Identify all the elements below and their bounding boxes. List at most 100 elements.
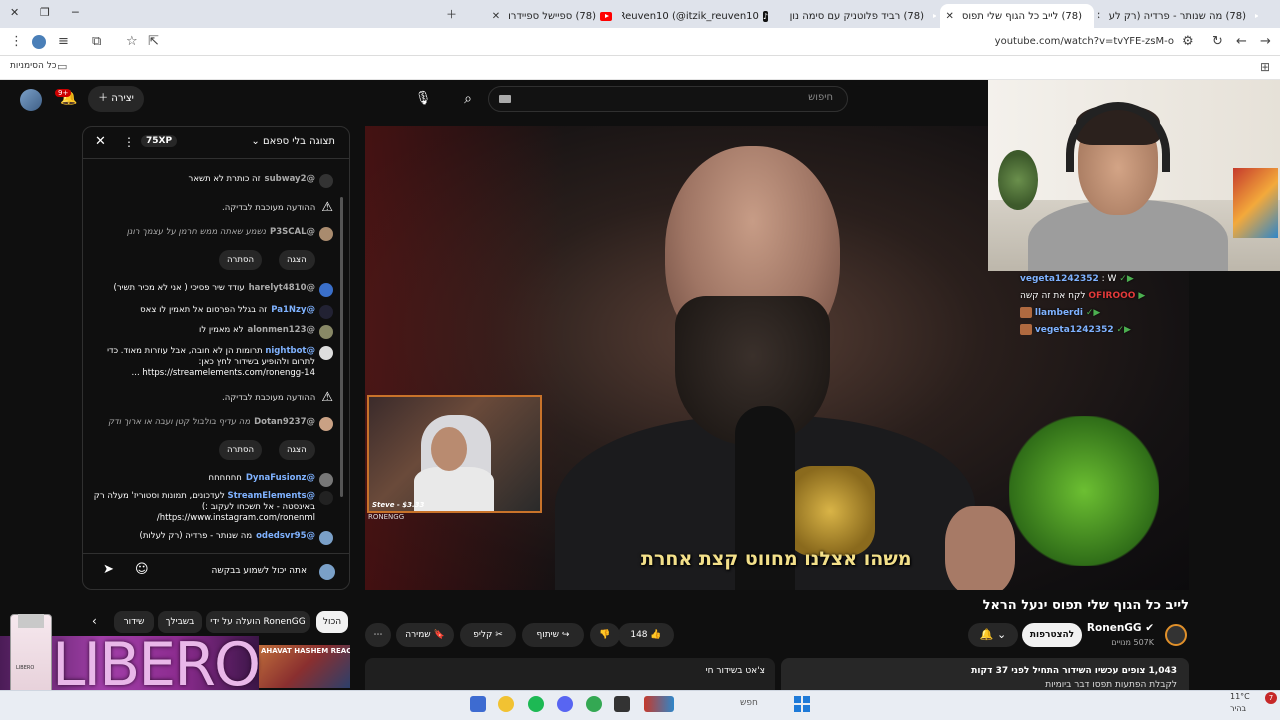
spotify-icon[interactable] — [528, 696, 544, 712]
chat-message: @subway2 זה כותרת לא תשאר — [189, 174, 333, 188]
chevron-left-icon[interactable]: ‹ — [92, 614, 97, 628]
more-actions-icon[interactable]: ⋯ — [365, 623, 391, 647]
browser-tab-bar: ✕ ❐ ─ ＋ (78) ספיישל ספיידרו ✕ ♪ ItzikReu… — [0, 0, 1280, 28]
stream-chat-overlay: ▶✓ vegeta1242352 : W ▶ OFIROOO לקח את זה… — [1020, 271, 1190, 339]
extensions-icon[interactable]: ⧉ — [92, 34, 101, 49]
address-bar[interactable]: youtube.com/watch?v=tvYFE-zsM-o — [995, 36, 1174, 47]
avatar — [319, 417, 333, 431]
chip-all[interactable]: הכול — [316, 611, 348, 633]
avatar — [319, 564, 335, 580]
hide-message-button[interactable]: הסתרה — [219, 250, 263, 270]
chat-mode-dropdown[interactable]: תצוגה בלי ספאם ⌄ — [251, 136, 335, 147]
tab-live-active[interactable]: (78) לייב כל הגוף שלי תפוס ✕ — [940, 4, 1094, 28]
avatar — [319, 531, 333, 545]
taskbar-search[interactable]: חפש — [740, 698, 758, 708]
send-icon[interactable]: ➤ — [103, 562, 114, 577]
background-plush — [1009, 416, 1159, 566]
dislike-button[interactable]: 👎 — [590, 623, 620, 647]
tab-parody[interactable]: (78) מה שנותר - פרדיה (רק לע ✕ — [1098, 4, 1258, 28]
minimize-window-icon[interactable]: ─ — [72, 6, 79, 19]
profile-icon[interactable] — [32, 35, 46, 49]
chat-message: @nightbot תרומות הן לא חובה, אבל עוזרות … — [93, 346, 333, 379]
channel-name[interactable]: ✔ RonenGG — [1087, 622, 1154, 634]
weather-desc: בהיר — [1230, 704, 1247, 713]
guest-body — [414, 467, 494, 511]
notification-count-badge[interactable]: 7 — [1265, 692, 1277, 704]
overlay-chat-line: ▶✓ vegeta1242352 — [1020, 322, 1190, 339]
reload-icon[interactable]: ↻ — [1212, 34, 1223, 49]
clip-button[interactable]: קליפ ✂ — [460, 623, 516, 647]
recommended-video-thumbnail[interactable]: AHAVAT HASHEM REACTS — [259, 645, 350, 688]
discord-icon[interactable] — [557, 696, 573, 712]
close-window-icon[interactable]: ✕ — [10, 6, 19, 19]
shirt-graphic — [785, 466, 875, 556]
chat-message: @Dotan9237 מה עדיף בולבול קטן ועבה או אר… — [108, 417, 333, 431]
site-settings-icon[interactable]: ⚙ — [1182, 34, 1194, 49]
close-tab-icon[interactable]: ✕ — [1098, 11, 1101, 22]
show-message-button[interactable]: הצגה — [279, 250, 315, 270]
platform-icon: ▶✓ — [1116, 325, 1131, 335]
keyboard-icon[interactable] — [499, 95, 511, 103]
notifications-button[interactable]: 🔔 ⌄ — [968, 623, 1018, 647]
chat-message: @DynaFusionz חחחחחח — [209, 473, 333, 487]
xp-badge: 75XP — [141, 135, 178, 147]
bell-icon: 🔔 — [979, 628, 994, 641]
chat-message: @harelyt4810 עודד שיר פסיכי ( אני לא מכי… — [114, 283, 333, 297]
os-taskbar — [0, 690, 1280, 720]
chevron-down-icon: ⌄ — [996, 628, 1007, 641]
like-button[interactable]: 148 👍 — [618, 623, 674, 647]
subscriber-count: 507K מנויים — [1111, 638, 1154, 647]
share-page-icon[interactable]: ⇱ — [148, 34, 159, 49]
avatar — [319, 227, 333, 241]
close-icon[interactable]: ✕ — [95, 134, 106, 149]
tab-raviv[interactable]: (78) רביד פלוטניק עם סימה נון ✕ — [782, 4, 936, 28]
search-input[interactable]: חיפוש — [488, 86, 848, 112]
avatar — [319, 283, 333, 297]
maximize-window-icon[interactable]: ❐ — [40, 6, 50, 19]
browser-toolbar: ⋮ ≡ ⧉ ☆ ⇱ youtube.com/watch?v=tvYFE-zsM-… — [0, 28, 1280, 56]
calculator-icon[interactable] — [470, 696, 486, 712]
chat-scrollbar[interactable] — [340, 197, 343, 497]
bookmark-star-icon[interactable]: ☆ — [126, 34, 138, 49]
chat-input-row: אתה יכול לשמוע בבקשה ☺ ➤ — [83, 553, 349, 589]
new-tab-icon[interactable]: ＋ — [446, 6, 457, 22]
close-tab-icon[interactable]: ✕ — [492, 11, 500, 22]
all-bookmarks-label[interactable]: כל הסימניות — [10, 61, 57, 71]
create-button[interactable]: ＋ יצירה — [88, 86, 144, 112]
show-message-button[interactable]: הצגה — [279, 440, 315, 460]
hide-message-button[interactable]: הסתרה — [219, 440, 263, 460]
chat-message-input[interactable]: אתה יכול לשמוע בבקשה — [212, 566, 307, 576]
tab-tiktok[interactable]: ♪ ItzikReuven10 (@itzik_reuven10 ✕ — [622, 4, 776, 28]
back-icon[interactable]: → — [1260, 34, 1271, 49]
forward-icon[interactable]: ← — [1236, 34, 1247, 49]
more-options-icon[interactable]: ⋮ — [123, 135, 135, 149]
start-menu-icon[interactable] — [794, 696, 810, 712]
weather-temp[interactable]: 11°C — [1230, 692, 1250, 701]
menu-dots-icon[interactable]: ⋮ — [10, 34, 23, 49]
search-highlight-icon[interactable] — [644, 696, 674, 712]
emoji-icon[interactable]: ☺ — [135, 562, 149, 577]
bookmark-icon: 🔖 — [433, 630, 445, 640]
channel-watermark: RONENGG — [368, 513, 405, 521]
voice-search-icon[interactable]: 🎙 — [408, 86, 438, 112]
live-chat-box-title: צ'אט בשידור חי — [705, 666, 765, 676]
app-icon[interactable] — [498, 696, 514, 712]
join-button[interactable]: להצטרפות — [1022, 623, 1082, 647]
tab-spidero[interactable]: (78) ספיישל ספיידרו ✕ — [466, 4, 620, 28]
guest-cam: Steve - $3.33 — [367, 395, 542, 513]
terminal-icon[interactable] — [614, 696, 630, 712]
save-button[interactable]: שמירה 🔖 — [396, 623, 454, 647]
apps-grid-icon[interactable]: ⊞ — [1260, 60, 1270, 74]
streamer-hand — [945, 506, 1015, 590]
close-tab-icon[interactable]: ✕ — [945, 11, 953, 22]
sidebar-icon[interactable]: ≡ — [58, 34, 69, 49]
bookmarks-bar: כל הסימניות ▭ ⊞ — [0, 56, 1280, 80]
share-button[interactable]: שיתוף ↪ — [522, 623, 584, 647]
avatar[interactable] — [20, 89, 42, 111]
emote-icon — [1020, 324, 1032, 335]
donation-label: Steve - $3.33 — [372, 501, 425, 509]
thumbnail-text: AHAVAT HASHEM REACTS — [261, 647, 350, 655]
chrome-icon[interactable] — [586, 696, 602, 712]
search-icon[interactable]: ⌕ — [453, 86, 483, 112]
channel-avatar[interactable] — [1165, 624, 1187, 646]
